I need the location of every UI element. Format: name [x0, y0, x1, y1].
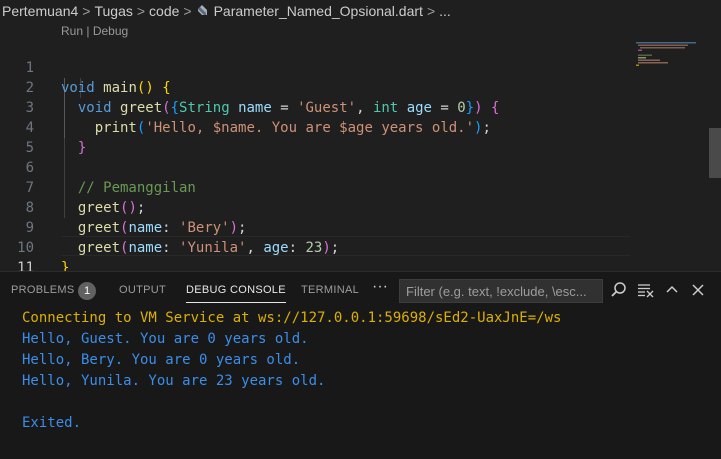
chevron-up-icon[interactable]	[663, 281, 681, 299]
tab-problems[interactable]: PROBLEMS	[11, 284, 75, 296]
breadcrumb-folder-code[interactable]: code	[147, 3, 181, 19]
breadcrumb-separator: >	[82, 3, 91, 19]
breadcrumb-folder-tugas[interactable]: Tugas	[92, 3, 134, 19]
tab-debug-console[interactable]: DEBUG CONSOLE	[186, 284, 286, 303]
console-line: Hello, Guest. You are 0 years old.	[22, 331, 309, 347]
codelens-debug[interactable]: Debug	[93, 24, 128, 38]
search-icon[interactable]	[610, 281, 628, 299]
more-actions-icon[interactable]: ···	[372, 278, 388, 296]
code-editor[interactable]: Run | Debug 1 void main() { 2 void greet…	[0, 22, 721, 292]
code-line: 2 void greet({String name = 'Guest', int…	[0, 58, 630, 116]
problems-count-badge: 1	[78, 282, 96, 300]
codelens-separator: |	[83, 24, 93, 38]
code-line: 7 greet();	[0, 158, 630, 216]
clear-console-icon[interactable]	[637, 281, 655, 299]
console-line: Exited.	[22, 415, 82, 431]
breadcrumb-file[interactable]: Parameter_Named_Opsional.dart	[212, 3, 425, 19]
console-filter-input[interactable]	[399, 279, 603, 303]
tab-output[interactable]: OUTPUT	[119, 284, 166, 296]
breadcrumb: Pertemuan4 > Tugas > code > Parameter_Na…	[0, 0, 721, 22]
console-line: Hello, Bery. You are 0 years old.	[22, 352, 301, 368]
breadcrumb-separator: >	[426, 3, 436, 19]
codelens: Run | Debug	[61, 24, 128, 38]
code-line: 8 greet(name: 'Bery');	[0, 178, 630, 236]
code-line: 11	[0, 238, 630, 276]
tab-terminal[interactable]: TERMINAL	[301, 284, 359, 296]
code-line: 10 }	[0, 218, 630, 276]
scrollbar-thumb[interactable]	[709, 128, 721, 178]
panel-tabs: PROBLEMS 1 OUTPUT DEBUG CONSOLE TERMINAL…	[0, 272, 721, 310]
bottom-panel: PROBLEMS 1 OUTPUT DEBUG CONSOLE TERMINAL…	[0, 271, 721, 459]
debug-console-output: Connecting to VM Service at ws://127.0.0…	[22, 308, 561, 434]
breadcrumb-folder-pertemuan4[interactable]: Pertemuan4	[0, 3, 80, 19]
breadcrumb-more[interactable]: ...	[437, 3, 453, 19]
minimap[interactable]	[636, 42, 706, 72]
code-line: 6 // Pemanggilan	[0, 138, 630, 196]
breadcrumb-separator: >	[183, 3, 192, 19]
close-icon[interactable]	[689, 281, 707, 299]
code-line: 5	[0, 118, 630, 156]
code-line: 9 greet(name: 'Yunila', age: 23);	[0, 198, 630, 256]
editor-scrollbar[interactable]	[709, 44, 721, 292]
console-line: Hello, Yunila. You are 23 years old.	[22, 373, 326, 389]
code-line: 4 }	[0, 98, 630, 156]
codelens-run[interactable]: Run	[61, 24, 83, 38]
breadcrumb-separator: >	[136, 3, 146, 19]
code-line: 1 void main() {	[0, 38, 630, 96]
dart-file-icon	[197, 5, 207, 15]
code-line: 3 print('Hello, $name. You are $age year…	[0, 78, 630, 136]
console-line: Connecting to VM Service at ws://127.0.0…	[22, 310, 562, 326]
